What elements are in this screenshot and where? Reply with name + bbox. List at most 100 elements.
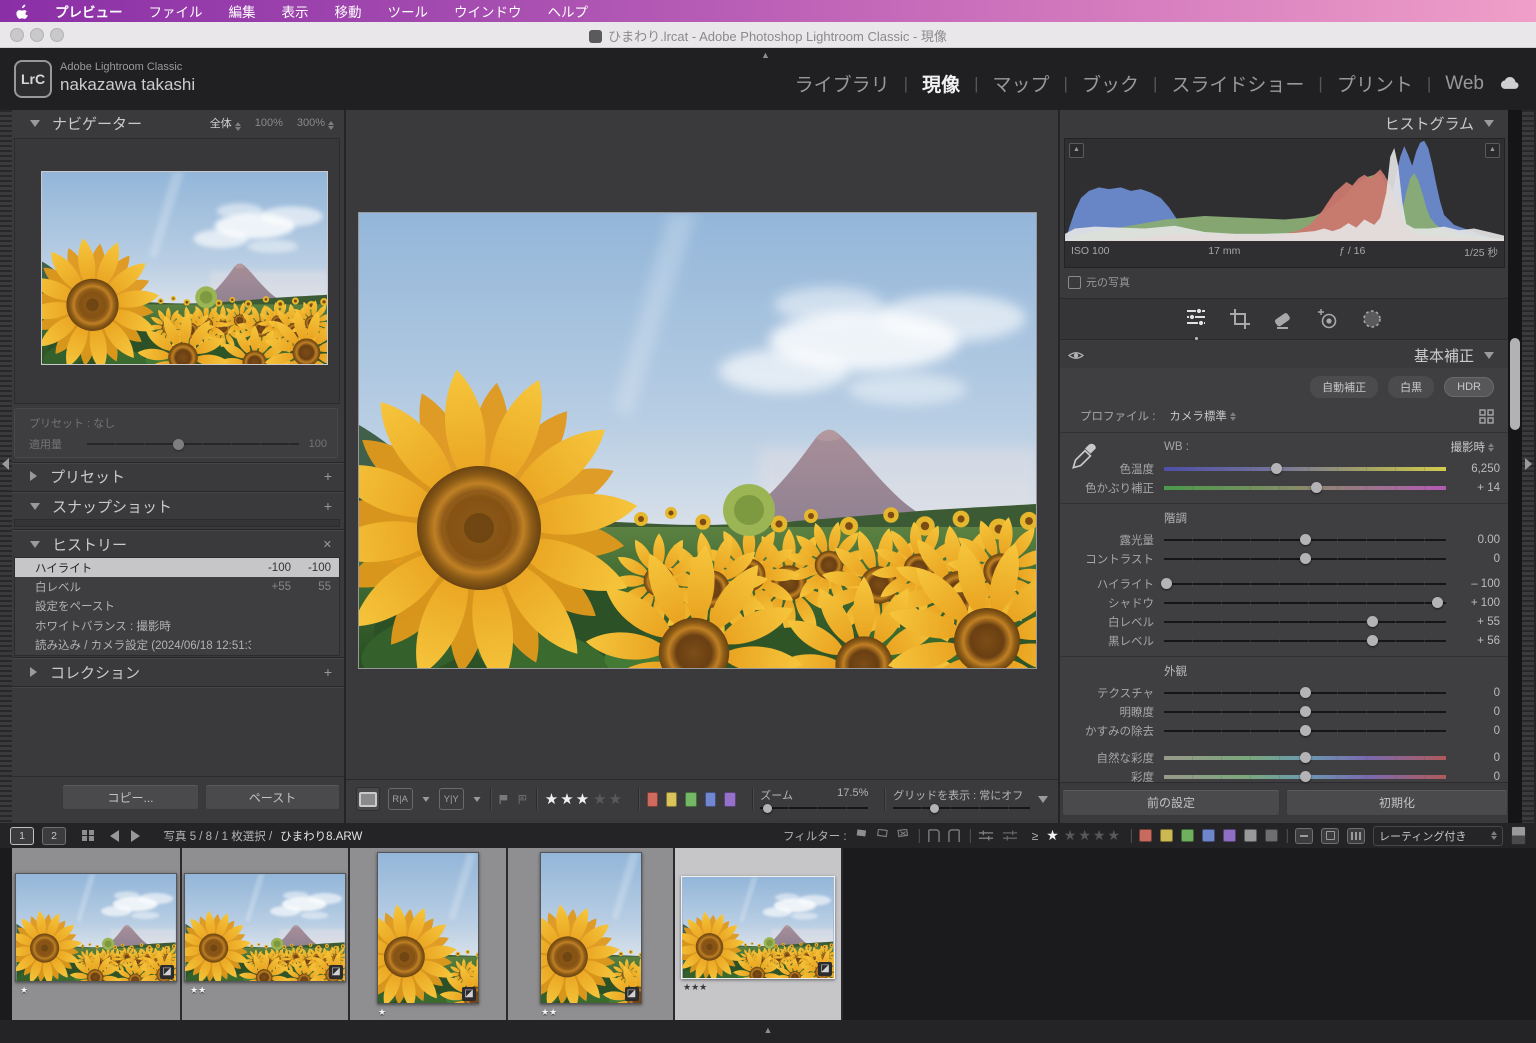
filmstrip-status-filename[interactable]: ひまわり8.ARW: [280, 828, 362, 844]
main-photo[interactable]: [358, 212, 1037, 669]
module-web[interactable]: Web: [1445, 73, 1484, 95]
edit-tool-button[interactable]: [1184, 305, 1208, 334]
history-item[interactable]: ホワイトバランス : 撮影時: [15, 616, 339, 635]
presets-header[interactable]: プリセット +: [12, 463, 344, 489]
scrollbar-thumb[interactable]: [1510, 338, 1520, 430]
collections-header[interactable]: コレクション +: [12, 659, 344, 685]
slider-handle[interactable]: [1300, 706, 1311, 717]
wb-value[interactable]: 撮影時: [1451, 439, 1486, 455]
filter-preset-dropdown[interactable]: レーティング付き: [1373, 826, 1503, 846]
module-develop[interactable]: 現像: [922, 70, 960, 97]
profile-spinner-icon[interactable]: [1230, 412, 1236, 421]
flag-reject-icon[interactable]: [517, 792, 528, 807]
reference-view-dropdown-icon[interactable]: [422, 797, 429, 802]
paste-settings-button[interactable]: ペースト: [205, 784, 340, 810]
clarity-slider[interactable]: [1164, 709, 1446, 715]
loupe-view-button[interactable]: [356, 787, 380, 811]
navigator-zoom-100[interactable]: 100%: [255, 117, 283, 129]
previous-photo-arrow[interactable]: [110, 830, 119, 842]
slider-handle[interactable]: [1300, 687, 1311, 698]
slider-handle[interactable]: [1311, 482, 1322, 493]
navigator-preview[interactable]: [41, 171, 328, 365]
left-panel-edge[interactable]: [0, 110, 12, 823]
copy-settings-button[interactable]: コピー...: [62, 784, 199, 810]
filter-adjust-icon-2[interactable]: [1002, 829, 1018, 843]
module-slideshow[interactable]: スライドショー: [1171, 70, 1304, 97]
collapse-right-panel-arrow[interactable]: [1525, 458, 1532, 470]
rating-ge-symbol[interactable]: ≥: [1032, 829, 1039, 843]
history-item[interactable]: ハイライト-100-100: [15, 558, 339, 577]
module-map[interactable]: マップ: [993, 70, 1050, 97]
filter-flag-unflagged-icon[interactable]: [876, 829, 889, 842]
filter-chip-gray[interactable]: [1244, 829, 1257, 842]
thumbnail-rating[interactable]: ★: [378, 1007, 386, 1017]
develop-badge-icon[interactable]: ◪: [329, 965, 343, 979]
filter-chip-none[interactable]: [1265, 829, 1278, 842]
grid-overlay-slider[interactable]: [893, 805, 1030, 811]
next-photo-arrow[interactable]: [131, 830, 140, 842]
blacks-slider[interactable]: [1164, 638, 1446, 644]
expand-triangle-icon[interactable]: [30, 471, 37, 481]
zoom-slider[interactable]: [760, 805, 868, 811]
contrast-slider[interactable]: [1164, 556, 1446, 562]
saturation-slider[interactable]: [1164, 774, 1446, 780]
filter-view-icon-3[interactable]: [1347, 828, 1365, 844]
thumbnail-rating[interactable]: ★: [20, 985, 28, 995]
filter-chip-red[interactable]: [1139, 829, 1152, 842]
slider-handle[interactable]: [1300, 771, 1311, 782]
navigator-zoom-300[interactable]: 300%: [297, 117, 334, 130]
develop-badge-icon[interactable]: ◪: [462, 987, 476, 1001]
menu-item-file[interactable]: ファイル: [149, 1, 203, 21]
collapse-left-panel-arrow[interactable]: [2, 458, 9, 470]
module-book[interactable]: ブック: [1082, 70, 1139, 97]
add-snapshot-button[interactable]: +: [324, 498, 344, 514]
develop-badge-icon[interactable]: ◪: [818, 962, 832, 976]
menu-item-view[interactable]: 表示: [282, 1, 309, 21]
main-window-button[interactable]: 1: [10, 827, 34, 845]
grid-slider-handle[interactable]: [930, 804, 939, 813]
basic-panel-header[interactable]: 基本補正: [1060, 342, 1508, 368]
crop-tool-button[interactable]: [1228, 307, 1252, 331]
before-after-dropdown-icon[interactable]: [473, 797, 480, 802]
histogram-header[interactable]: ヒストグラム: [1060, 110, 1508, 136]
filter-flag-pick-icon[interactable]: [855, 829, 868, 842]
cloud-sync-icon[interactable]: [1498, 76, 1520, 91]
color-label-green[interactable]: [685, 792, 696, 807]
vibrance-slider[interactable]: [1164, 755, 1446, 761]
filmstrip-cell[interactable]: ◪ ★: [12, 848, 182, 1020]
thumbnail-photo[interactable]: ◪: [377, 852, 479, 1004]
zoom-slider-handle[interactable]: [763, 804, 772, 813]
filmstrip-status-counts[interactable]: 写真 5 / 8 / 1 枚選択 /: [164, 828, 273, 844]
filter-view-icon-2[interactable]: [1321, 828, 1339, 844]
history-header[interactable]: ヒストリー ✕: [12, 531, 344, 557]
grid-view-icon[interactable]: [82, 830, 94, 842]
show-filmstrip-arrow[interactable]: ▲: [764, 1025, 773, 1035]
filmstrip-cell[interactable]: ◪ ★: [350, 848, 508, 1020]
original-photo-checkbox[interactable]: [1068, 276, 1081, 289]
filmstrip-cell[interactable]: ◪ ★★: [182, 848, 350, 1020]
right-panel-edge[interactable]: [1522, 110, 1534, 823]
history-item[interactable]: 設定をペースト: [15, 597, 339, 616]
filter-chip-yellow[interactable]: [1160, 829, 1173, 842]
filter-stars-inactive[interactable]: ★★★★: [1064, 827, 1122, 844]
shadow-clipping-indicator[interactable]: ▲: [1069, 143, 1084, 158]
black-white-button[interactable]: 白黒: [1388, 376, 1434, 398]
menu-item-edit[interactable]: 編集: [229, 1, 256, 21]
apple-icon[interactable]: [16, 4, 29, 19]
slider-handle[interactable]: [1367, 616, 1378, 627]
develop-badge-icon[interactable]: ◪: [160, 965, 174, 979]
thumbnail-rating[interactable]: ★★: [541, 1007, 557, 1017]
collapse-triangle-icon[interactable]: [1484, 120, 1494, 127]
color-label-blue[interactable]: [705, 792, 716, 807]
expand-triangle-icon[interactable]: [30, 667, 37, 677]
collapse-triangle-icon[interactable]: [1484, 352, 1494, 359]
slider-handle[interactable]: [1271, 463, 1282, 474]
panel-switch-eye-icon[interactable]: [1068, 350, 1084, 361]
shadows-slider[interactable]: [1164, 600, 1446, 606]
slider-handle[interactable]: [1300, 534, 1311, 545]
filter-edits-icon[interactable]: [927, 829, 940, 843]
healing-tool-button[interactable]: [1272, 307, 1296, 331]
filter-switch[interactable]: [1511, 826, 1526, 845]
history-item[interactable]: 白レベル+5555: [15, 577, 339, 596]
color-label-red[interactable]: [647, 792, 658, 807]
